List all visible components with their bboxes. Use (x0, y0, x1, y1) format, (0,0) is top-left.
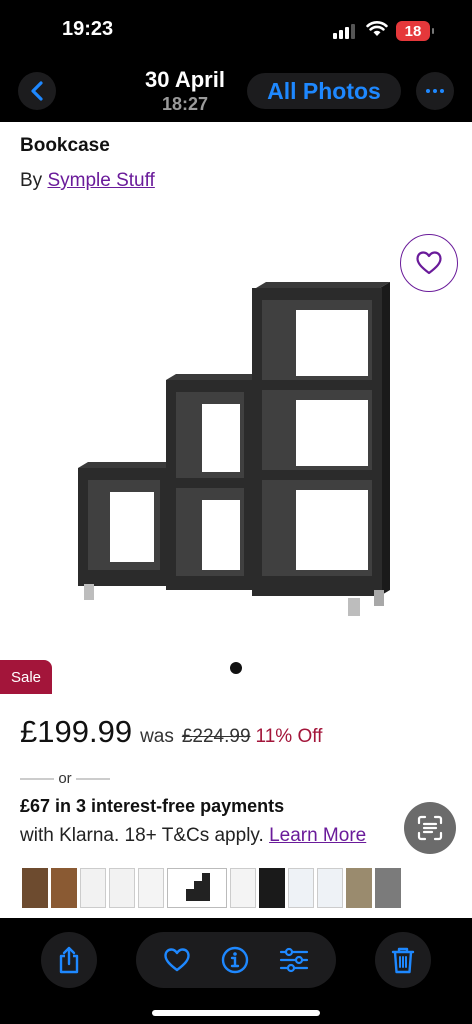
delete-button[interactable] (375, 932, 431, 988)
favorite-button[interactable] (163, 947, 191, 973)
thumbnail[interactable] (230, 868, 256, 908)
visual-lookup-icon (417, 815, 443, 841)
all-photos-button[interactable]: All Photos (247, 73, 401, 109)
wishlist-button[interactable] (400, 234, 458, 292)
sale-badge: Sale (0, 660, 52, 694)
product-title: Bookcase (20, 135, 110, 156)
product-byline: By Symple Stuff (20, 170, 155, 192)
thumbnail-current[interactable] (167, 868, 227, 908)
bottom-toolbar (0, 918, 472, 1024)
heart-icon (416, 251, 442, 275)
byline-prefix: By (20, 170, 43, 191)
current-price: £199.99 (20, 714, 133, 749)
klarna-terms-text: with Klarna. 18+ T&Cs apply. (20, 825, 264, 846)
cellular-signal-icon (333, 24, 355, 39)
info-button[interactable] (220, 945, 250, 975)
visual-lookup-button[interactable] (404, 802, 456, 854)
home-indicator[interactable] (152, 1010, 320, 1016)
back-button[interactable] (18, 72, 56, 110)
carousel-dot[interactable] (230, 662, 242, 674)
bookcase-thumbnail-icon (186, 873, 210, 901)
share-icon (59, 946, 79, 974)
product-image-bookcase (78, 282, 390, 616)
thumbnail[interactable] (346, 868, 372, 908)
thumbnail[interactable] (288, 868, 314, 908)
brand-link[interactable]: Symple Stuff (47, 170, 154, 191)
or-label: or (58, 770, 72, 787)
was-price: £224.99 (181, 726, 251, 747)
thumbnail[interactable] (109, 868, 135, 908)
more-icon (426, 89, 430, 93)
photo-content: Bookcase By Symple Stuff Sale £199.99 wa… (0, 122, 472, 918)
photo-actions-group (136, 932, 336, 988)
status-time: 19:23 (62, 18, 114, 40)
photo-date: 30 April (145, 67, 225, 92)
thumbnail[interactable] (80, 868, 106, 908)
was-label: was (140, 726, 174, 747)
trash-icon (391, 947, 415, 974)
thumbnail[interactable] (138, 868, 164, 908)
battery-indicator: 18 (396, 21, 434, 41)
back-chevron-icon (31, 81, 43, 101)
thumbnail[interactable] (259, 868, 285, 908)
discount-label: 11% Off (255, 726, 323, 747)
klarna-terms: with Klarna. 18+ T&Cs apply. Learn More (20, 825, 366, 847)
klarna-payment-text: £67 in 3 interest-free payments (20, 796, 285, 816)
info-icon (221, 946, 249, 974)
adjust-button[interactable] (279, 947, 309, 973)
adjust-icon (280, 947, 309, 973)
share-button[interactable] (41, 932, 97, 988)
thumbnail[interactable] (375, 868, 401, 908)
thumbnail[interactable] (317, 868, 343, 908)
favorite-icon (163, 948, 190, 972)
more-button[interactable] (416, 72, 454, 110)
photos-header: 30 April 18:27 All Photos (0, 62, 472, 122)
wifi-icon (366, 21, 388, 36)
photo-time: 18:27 (161, 94, 209, 114)
learn-more-link[interactable]: Learn More (269, 825, 366, 846)
or-divider: or (20, 770, 110, 787)
status-bar: 19:23 18 (0, 0, 472, 62)
thumbnail-strip (0, 868, 472, 910)
thumbnail[interactable] (51, 868, 77, 908)
price-row: £199.99 was £224.99 11% Off (20, 714, 322, 750)
thumbnail[interactable] (22, 868, 48, 908)
